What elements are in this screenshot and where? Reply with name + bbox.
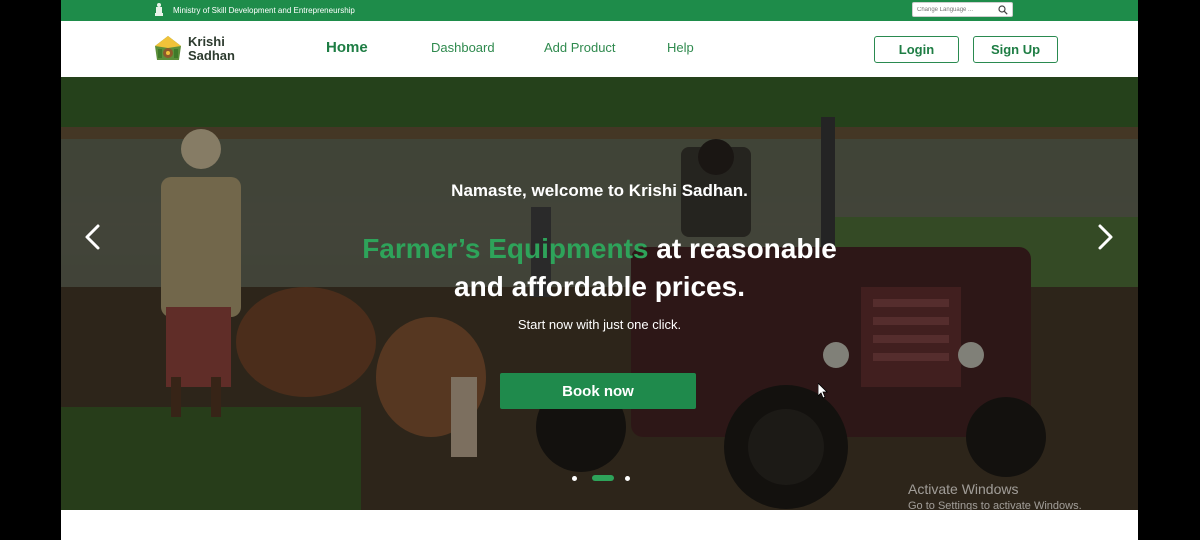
book-now-button[interactable]: Book now — [500, 373, 696, 409]
brand-line-2: Sadhan — [188, 48, 235, 63]
language-selector[interactable] — [912, 2, 1013, 17]
hero-subline: Start now with just one click. — [517, 317, 682, 332]
search-icon[interactable] — [998, 5, 1008, 15]
nav-dashboard-link[interactable]: Dashboard — [431, 40, 495, 55]
watermark-subtitle: Go to Settings to activate Windows. — [908, 500, 1082, 510]
mouse-cursor-icon — [818, 383, 828, 399]
main-navbar: Krishi Sadhan Home Dashboard Add Product… — [61, 21, 1138, 77]
hero-headline-accent: Farmer’s Equipments — [362, 233, 649, 264]
brand-name[interactable]: Krishi Sadhan — [188, 35, 235, 63]
carousel-dot-3[interactable] — [625, 476, 630, 481]
browser-viewport: Ministry of Skill Development and Entrep… — [61, 0, 1138, 540]
krishi-sadhan-logo-icon[interactable] — [153, 34, 183, 64]
signup-button[interactable]: Sign Up — [973, 36, 1058, 63]
brand-line-1: Krishi — [188, 34, 225, 49]
login-button[interactable]: Login — [874, 36, 959, 63]
nav-help-link[interactable]: Help — [667, 40, 694, 55]
chevron-left-icon[interactable] — [81, 222, 105, 252]
hero-carousel: Namaste, welcome to Krishi Sadhan. Farme… — [61, 77, 1138, 510]
activate-windows-watermark: Activate Windows Go to Settings to activ… — [908, 481, 1082, 510]
watermark-title: Activate Windows — [908, 481, 1019, 497]
ministry-name: Ministry of Skill Development and Entrep… — [173, 6, 355, 15]
chevron-right-icon[interactable] — [1093, 222, 1117, 252]
hero-headline-part-1: at reasonable — [648, 233, 837, 264]
language-input[interactable] — [917, 5, 995, 15]
national-emblem-icon — [155, 3, 163, 16]
top-strip: Ministry of Skill Development and Entrep… — [61, 0, 1138, 21]
nav-add-product-link[interactable]: Add Product — [544, 40, 616, 55]
hero-headline-part-2: and affordable prices. — [454, 271, 745, 302]
carousel-dot-2-active[interactable] — [592, 475, 614, 481]
hero-headline: Farmer’s Equipments at reasonable and af… — [61, 230, 1138, 306]
nav-home-link[interactable]: Home — [326, 39, 368, 56]
carousel-dot-1[interactable] — [572, 476, 577, 481]
hero-welcome-text: Namaste, welcome to Krishi Sadhan. — [451, 181, 748, 200]
next-section — [61, 510, 1138, 540]
